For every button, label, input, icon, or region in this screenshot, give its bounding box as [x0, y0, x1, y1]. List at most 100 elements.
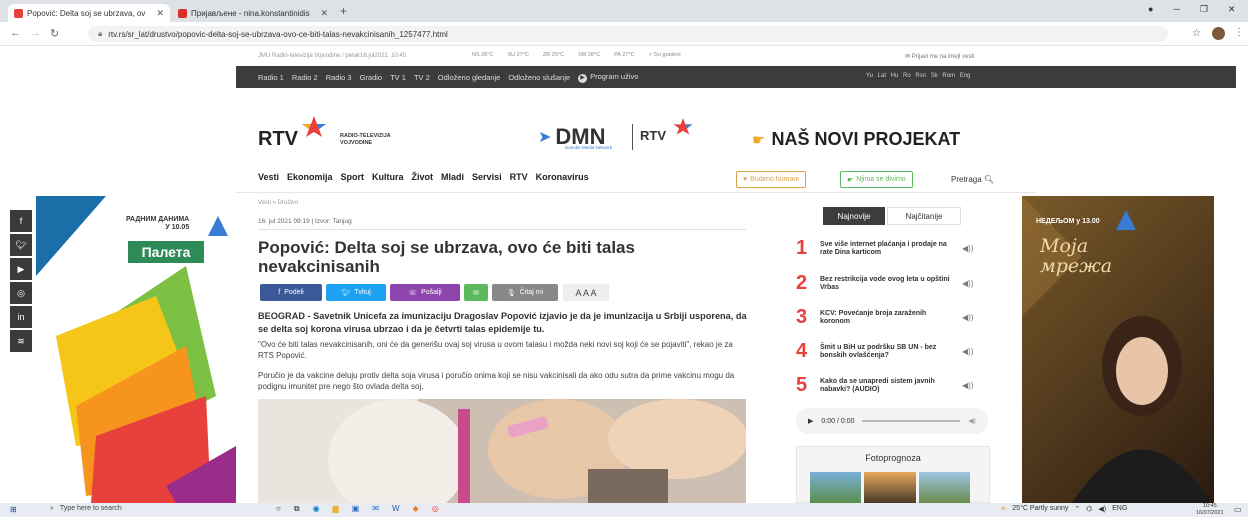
nav-ekonomija[interactable]: Ekonomija: [287, 172, 333, 182]
close-icon[interactable]: ✕: [156, 8, 164, 19]
word-icon[interactable]: W: [392, 504, 400, 514]
nav-vesti[interactable]: Vesti: [258, 172, 279, 182]
list-item[interactable]: 5 Kako da se unapredi sistem javnih naba…: [796, 374, 973, 397]
tv-link[interactable]: TV 1: [390, 73, 406, 82]
file-explorer-icon[interactable]: ▆: [333, 504, 339, 514]
windows-start-icon[interactable]: ⊞: [10, 505, 17, 514]
speaker-icon[interactable]: ◀)): [962, 244, 973, 253]
play-icon[interactable]: ▶: [808, 417, 813, 425]
share-email-button[interactable]: ✉: [464, 284, 488, 301]
audio-progress[interactable]: [862, 420, 961, 422]
youtube-icon[interactable]: ▶: [10, 258, 32, 280]
article-lead: BEOGRAD - Savetnik Unicefa za imunizacij…: [258, 311, 747, 334]
twitter-icon[interactable]: 🐦︎: [10, 234, 32, 256]
forward-icon[interactable]: →: [30, 27, 41, 39]
radio-link[interactable]: Gradio: [360, 73, 383, 82]
nav-kultura[interactable]: Kultura: [372, 172, 404, 182]
weather-item: NS 26°C: [472, 52, 494, 58]
minimize-icon[interactable]: ─: [1173, 4, 1179, 15]
clock[interactable]: 10:45 16/07/2021: [1196, 503, 1224, 516]
reload-icon[interactable]: ↻: [50, 27, 59, 40]
weather-link[interactable]: > Svi gradovi: [649, 52, 681, 58]
tab-najcitanije[interactable]: Najčitanije: [887, 207, 961, 225]
list-item[interactable]: 4 Šmit u BiH uz podršku SB UN - bez bons…: [796, 340, 973, 363]
profile-icon[interactable]: ●: [1148, 4, 1153, 15]
read-aloud-button[interactable]: 🎙︎ Čitaj mi: [492, 284, 558, 301]
breadcrumb[interactable]: Vesti » Društvo: [258, 200, 298, 206]
mail-icon[interactable]: ✉: [372, 504, 379, 514]
weather-item: SU 27°C: [507, 52, 529, 58]
search-link[interactable]: Pretraga 🔍︎: [951, 175, 994, 184]
radio-link[interactable]: Radio 1: [258, 73, 284, 82]
task-view-icon[interactable]: ⧉: [294, 504, 300, 514]
bookmark-star-icon[interactable]: ☆: [1192, 28, 1201, 39]
speaker-icon[interactable]: ◀)): [962, 313, 973, 322]
instagram-icon[interactable]: ◎: [10, 282, 32, 304]
odlozeno-slusanje-link[interactable]: Odloženo slušanje: [508, 73, 570, 82]
paint-icon[interactable]: ◆: [413, 504, 419, 514]
nav-servisi[interactable]: Servisi: [472, 172, 502, 182]
lock-icon: 🔒︎: [98, 29, 103, 38]
share-twitter-button[interactable]: 🐦︎ Tvituj: [326, 284, 386, 301]
nav-rtv[interactable]: RTV: [510, 172, 528, 182]
search-icon: 🔍︎: [983, 175, 995, 184]
nav-zivot[interactable]: Život: [412, 172, 434, 182]
article-photo: [258, 399, 746, 503]
avatar[interactable]: [1212, 27, 1225, 40]
fotoprognoza-photos[interactable]: [810, 472, 970, 503]
nav-sport[interactable]: Sport: [341, 172, 365, 182]
list-item[interactable]: 3 KCV: Povećanje broja zaraženih koronom…: [796, 306, 973, 329]
store-icon[interactable]: ▣: [352, 504, 360, 514]
facebook-icon[interactable]: f: [10, 210, 32, 232]
program-uzivo-link[interactable]: ▶ Program uživo: [578, 72, 638, 83]
tab-najnovije[interactable]: Najnovije: [823, 207, 885, 225]
weather-strip[interactable]: NS 26°C SU 27°C ZR 26°C SM 28°C PA 27°C …: [472, 52, 681, 58]
rss-icon[interactable]: ≋: [10, 330, 32, 352]
tray-arrow-icon[interactable]: ⌃: [1074, 505, 1080, 513]
budimo-humani-button[interactable]: ♥ Budimo humani: [736, 171, 806, 188]
edge-icon[interactable]: ◉: [313, 504, 320, 514]
menu-icon[interactable]: ⋮: [1234, 27, 1244, 38]
odlozeno-gledanje-link[interactable]: Odloženo gledanje: [438, 73, 501, 82]
newsletter-link[interactable]: ✉ Prijavi me na imejl vesti: [905, 53, 974, 60]
speaker-icon[interactable]: ◀)): [962, 279, 973, 288]
tv-link[interactable]: TV 2: [414, 73, 430, 82]
rtv-logo[interactable]: RTV: [258, 128, 298, 151]
back-icon[interactable]: ←: [10, 27, 21, 39]
list-item[interactable]: 1 Sve više internet plaćanja i prodaje n…: [796, 237, 973, 260]
audio-player[interactable]: ▶ 0:00 / 0:00 ◀): [796, 408, 988, 434]
new-tab-button[interactable]: +: [340, 4, 347, 18]
notification-icon[interactable]: ▭: [1234, 505, 1242, 514]
network-icon[interactable]: ⌬: [1086, 505, 1092, 513]
address-bar[interactable]: 🔒︎ rtv.rs/sr_lat/drustvo/popovic-delta-s…: [88, 26, 1168, 42]
list-item[interactable]: 2 Bez restrikcija vode ovog leta u opšti…: [796, 272, 973, 295]
nav-koronavirus[interactable]: Koronavirus: [536, 172, 589, 182]
linkedin-icon[interactable]: in: [10, 306, 32, 328]
ad-schedule: НЕДЕЉОМ у 13.00: [1036, 218, 1100, 225]
cortana-icon[interactable]: ○: [276, 504, 281, 514]
close-icon[interactable]: ✕: [320, 8, 328, 19]
nav-mladi[interactable]: Mladi: [441, 172, 464, 182]
njima-se-divimo-button[interactable]: ☛ Njima se divimo: [840, 171, 913, 188]
speaker-icon[interactable]: ◀)): [962, 347, 973, 356]
share-viber-button[interactable]: ☏ Pošalji: [390, 284, 460, 301]
chrome-icon[interactable]: ◎: [432, 504, 439, 514]
radio-link[interactable]: Radio 3: [326, 73, 352, 82]
paleta-schedule: РАДНИМ ДАНИМА У 10.05: [126, 216, 190, 231]
rtv-favicon-icon: [14, 8, 23, 18]
tab-gmail[interactable]: Пријављене - nina.konstantinidis ✕: [172, 4, 334, 22]
share-facebook-button[interactable]: f Podeli: [260, 284, 322, 301]
tab-article[interactable]: Popović: Delta soj se ubrzava, ov ✕: [8, 4, 170, 22]
play-icon: ▶: [578, 73, 588, 83]
volume-icon[interactable]: ◀): [1098, 505, 1106, 513]
font-size-controls[interactable]: A A A: [563, 284, 609, 301]
speaker-icon[interactable]: ◀)): [962, 381, 973, 390]
language-links[interactable]: Yu Lat Hu Ro Rsn Sk Rom Eng: [866, 73, 970, 79]
volume-icon[interactable]: ◀): [968, 417, 976, 425]
weather-item: SM 28°C: [578, 52, 601, 58]
radio-link[interactable]: Radio 2: [292, 73, 318, 82]
close-window-icon[interactable]: ✕: [1228, 4, 1236, 15]
restore-icon[interactable]: ❐: [1200, 4, 1208, 15]
taskbar-search[interactable]: ⌕ Type here to search: [50, 505, 122, 513]
nas-novi-projekat-promo[interactable]: ☛ NAŠ NOVI PROJEKAT: [752, 129, 960, 150]
